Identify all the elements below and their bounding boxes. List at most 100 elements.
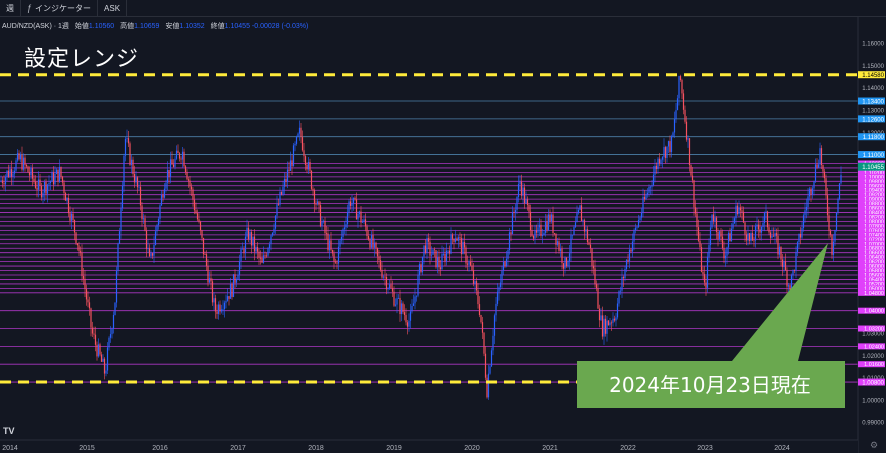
candle-body xyxy=(631,241,634,252)
candle-body xyxy=(535,230,538,233)
candle-body xyxy=(429,241,431,256)
candle-body xyxy=(823,171,826,179)
candle-body xyxy=(777,235,779,255)
candle-body xyxy=(66,197,68,201)
candle-body xyxy=(786,270,788,287)
candle-body xyxy=(198,219,200,222)
candle-body xyxy=(378,256,380,261)
candle-body xyxy=(778,246,781,255)
candle-body xyxy=(411,305,413,312)
candle-body xyxy=(273,228,275,233)
candle-body xyxy=(678,76,680,99)
candle-body xyxy=(661,157,664,160)
candle-body xyxy=(294,143,296,146)
candle-body xyxy=(156,225,158,232)
x-tick-label: 2024 xyxy=(774,445,790,452)
candle-body xyxy=(336,262,338,264)
candle-body xyxy=(565,257,568,267)
candle-body xyxy=(271,232,274,236)
candle-body xyxy=(22,157,25,170)
candle-body xyxy=(564,257,566,269)
candle-body xyxy=(171,159,173,165)
candle-body xyxy=(744,222,746,235)
candle-body xyxy=(192,189,194,200)
candle-body xyxy=(40,185,43,198)
candle-body xyxy=(381,269,383,278)
blue-level-label: 1.13400 xyxy=(862,100,884,106)
candle-body xyxy=(177,150,179,154)
candle-body xyxy=(210,278,212,282)
candle-body xyxy=(430,254,433,256)
candle-body xyxy=(520,181,523,196)
candle-body xyxy=(549,214,551,222)
candle-body xyxy=(97,344,100,357)
candle-body xyxy=(465,247,467,264)
candle-body xyxy=(460,238,463,255)
candle-body xyxy=(214,298,217,312)
candle-body xyxy=(819,148,821,165)
candle-body xyxy=(579,205,581,210)
candle-body xyxy=(834,230,836,242)
candle-body xyxy=(208,278,211,283)
magenta-level-label: 1.03200 xyxy=(864,327,884,333)
candle-body xyxy=(295,136,298,144)
candle-body xyxy=(48,182,50,185)
candle-body xyxy=(519,181,521,185)
candle-body xyxy=(333,253,335,262)
candle-body xyxy=(330,240,332,250)
candle-body xyxy=(225,300,227,303)
magenta-level-label: 1.04800 xyxy=(864,291,884,297)
candle-body xyxy=(352,197,355,204)
candle-body xyxy=(178,153,181,159)
candle-body xyxy=(654,165,656,175)
candle-body xyxy=(502,261,505,271)
candle-body xyxy=(0,180,2,182)
candle-body xyxy=(408,320,410,327)
candle-body xyxy=(547,214,550,230)
candle-body xyxy=(129,143,131,165)
candle-body xyxy=(832,241,835,255)
candle-body xyxy=(363,219,365,222)
candle-body xyxy=(403,312,406,315)
candle-body xyxy=(139,186,142,206)
candle-body xyxy=(534,230,536,239)
candle-body xyxy=(670,136,673,153)
candle-body xyxy=(397,297,400,299)
candle-body xyxy=(705,282,707,288)
candle-body xyxy=(112,315,115,330)
chart-window: 週 ƒ インジケーター ASK 1.16000 1.15000 1.14000 1.13… xyxy=(0,0,886,453)
candle-body xyxy=(811,188,814,195)
candle-body xyxy=(283,178,286,187)
candle-body xyxy=(232,274,235,297)
candle-body xyxy=(76,243,79,246)
candle-body xyxy=(159,205,161,219)
candle-body xyxy=(16,153,19,161)
candle-body xyxy=(666,146,668,158)
candle-body xyxy=(697,227,700,241)
candle-body xyxy=(42,192,44,198)
settings-icon[interactable]: ⚙ xyxy=(870,440,878,451)
y-tick-label: 0.99000 xyxy=(862,421,884,427)
candle-body xyxy=(102,358,104,362)
candle-body xyxy=(652,174,655,186)
candle-body xyxy=(441,254,443,270)
candle-body xyxy=(763,212,766,223)
candle-body xyxy=(340,236,343,241)
candle-body xyxy=(195,210,197,214)
candle-body xyxy=(727,233,730,248)
candle-body xyxy=(691,175,694,181)
candle-body xyxy=(246,227,248,237)
tradingview-logo: TV xyxy=(3,426,15,436)
change-value: -0.00028 (-0.03%) xyxy=(251,23,309,30)
candle-body xyxy=(174,158,176,167)
candle-body xyxy=(471,265,473,271)
candle-body xyxy=(100,354,103,362)
candle-body xyxy=(718,231,721,239)
candle-body xyxy=(229,283,232,299)
candle-body xyxy=(438,257,440,268)
candle-body xyxy=(322,220,325,223)
x-tick-label: 2014 xyxy=(2,445,18,452)
candle-body xyxy=(517,184,520,197)
candle-body xyxy=(274,215,277,229)
candle-body xyxy=(306,164,308,170)
